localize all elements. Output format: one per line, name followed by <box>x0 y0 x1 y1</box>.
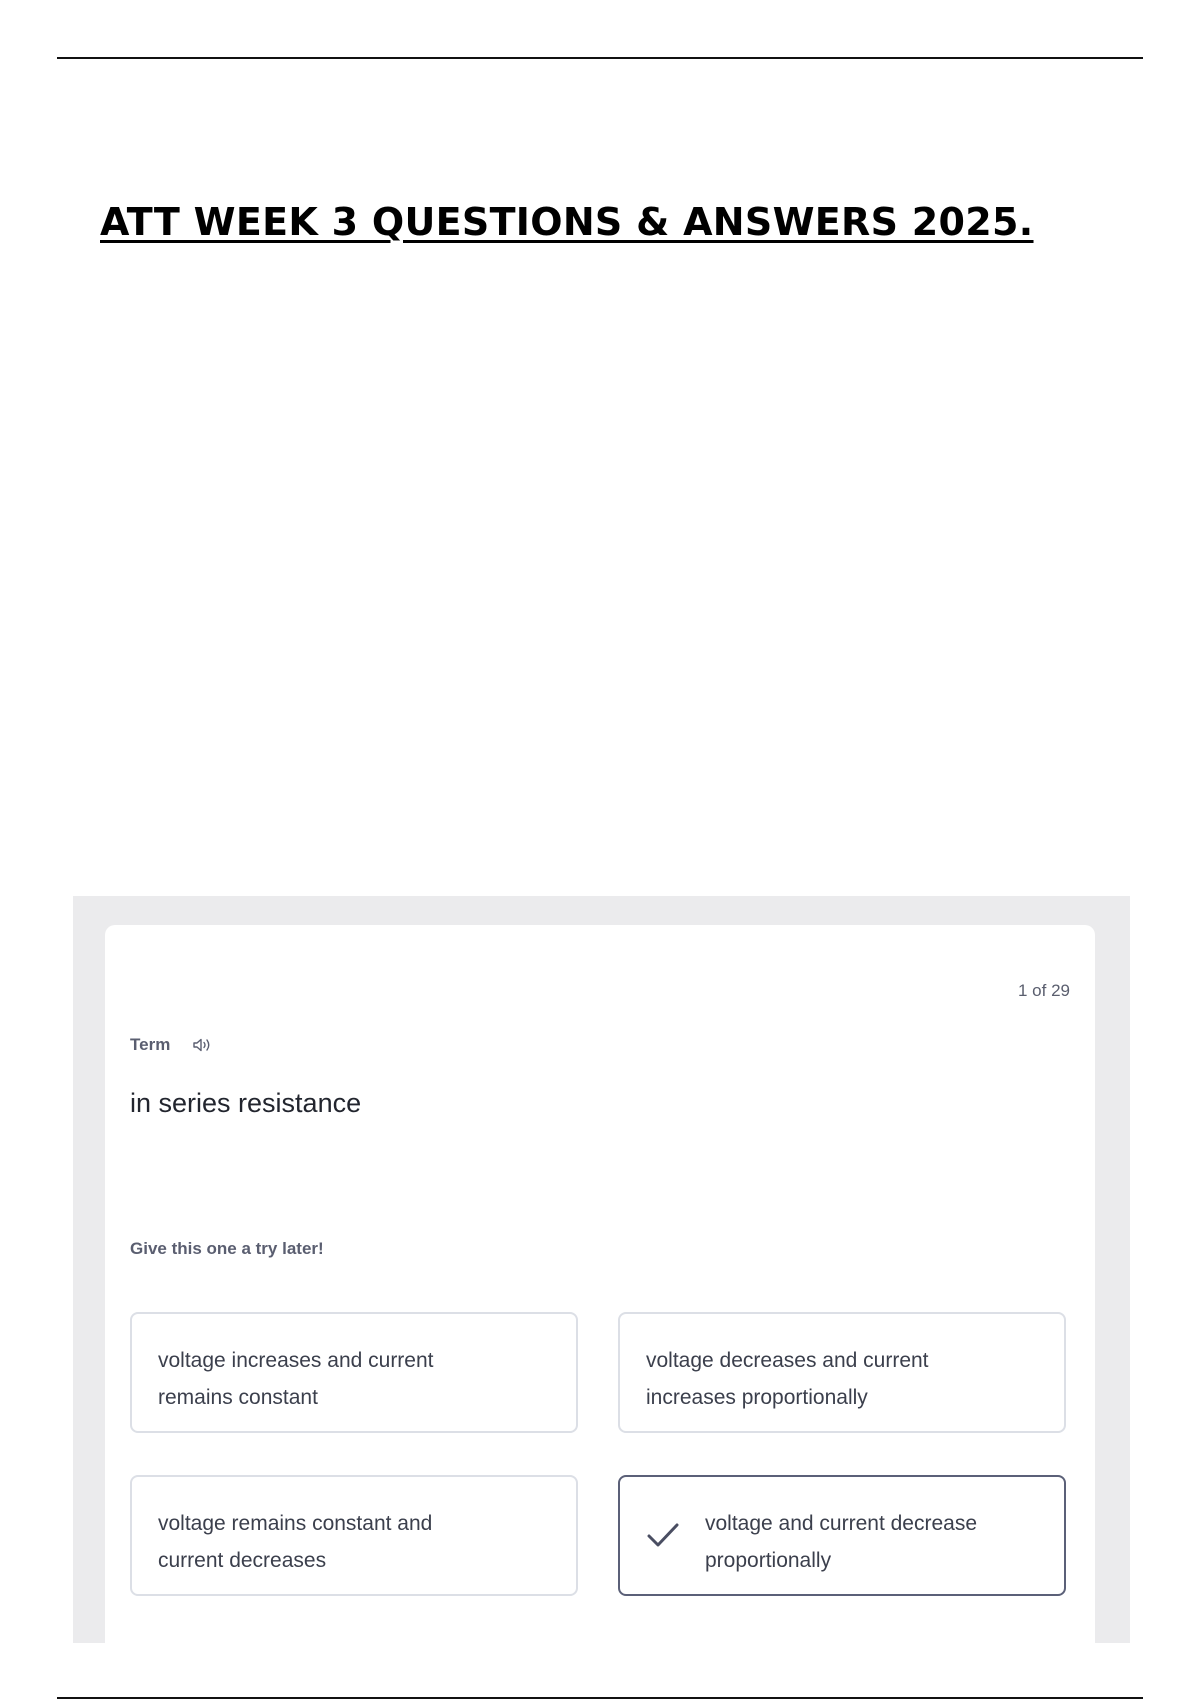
answer-option-4-selected[interactable]: voltage and current decrease proportiona… <box>618 1475 1066 1596</box>
card-counter: 1 of 29 <box>1018 981 1070 1000</box>
flashcard: 1 of 29 Term in series resistance Give t… <box>105 925 1095 1643</box>
answer-option-3[interactable]: voltage remains constant and current dec… <box>130 1475 578 1596</box>
answer-option-text: voltage increases and current remains co… <box>158 1349 434 1409</box>
answer-option-text: voltage remains constant and current dec… <box>158 1512 433 1572</box>
term-label: Term <box>130 1035 171 1054</box>
check-icon <box>646 1521 680 1551</box>
document-title: ATT WEEK 3 QUESTIONS & ANSWERS 2025. <box>100 200 1034 244</box>
answer-option-2[interactable]: voltage decreases and current increases … <box>618 1312 1066 1433</box>
bottom-rule <box>57 1697 1143 1699</box>
term-header: Term <box>130 1035 214 1055</box>
flashcard-screenshot: 1 of 29 Term in series resistance Give t… <box>73 896 1130 1643</box>
top-rule <box>57 57 1143 59</box>
answer-option-1[interactable]: voltage increases and current remains co… <box>130 1312 578 1433</box>
term-prompt: in series resistance <box>130 1088 362 1118</box>
answer-option-text: voltage and current decrease proportiona… <box>705 1512 978 1572</box>
hint-text: Give this one a try later! <box>130 1239 324 1258</box>
answer-option-text: voltage decreases and current increases … <box>646 1349 929 1409</box>
speaker-icon[interactable] <box>192 1036 214 1054</box>
